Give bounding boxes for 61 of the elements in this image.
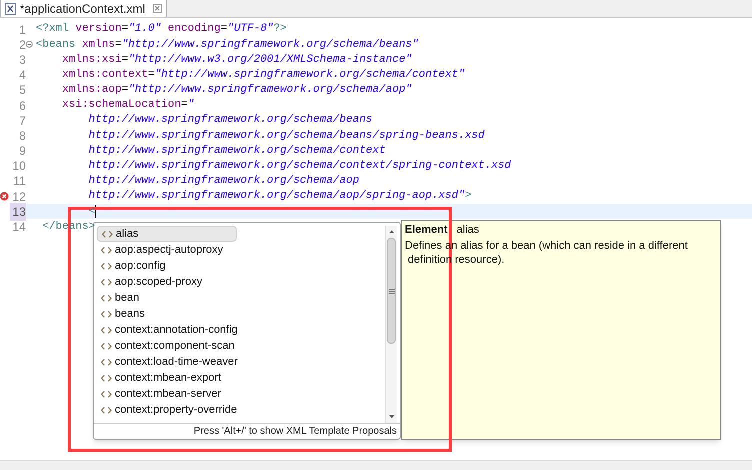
proposal-item[interactable]: context:mbean-server: [97, 386, 385, 402]
proposal-item[interactable]: aop:aspectj-autoproxy: [97, 242, 385, 258]
code-line: http://www.springframework.org/schema/beans/spring-beans.xsd: [88, 128, 485, 144]
scrollbar[interactable]: [385, 226, 397, 423]
proposal-item[interactable]: aop:scoped-proxy: [97, 274, 385, 290]
line-number: 13: [10, 202, 26, 221]
text-cursor: [95, 205, 96, 218]
xml-file-icon: [5, 2, 16, 14]
proposal-item[interactable]: context:annotation-config: [97, 322, 385, 338]
proposal-item[interactable]: alias: [97, 226, 237, 242]
tag-icon: [101, 390, 112, 398]
code-line: http://www.springframework.org/schema/aop: [88, 174, 360, 190]
tag-icon: [101, 358, 112, 366]
tag-icon: [102, 230, 113, 238]
line-number: 4: [18, 67, 26, 84]
editor-tab[interactable]: *applicationContext.xml: [0, 0, 168, 17]
line-number: 7: [18, 112, 26, 130]
line-number: 8: [18, 128, 26, 145]
line-number: 6: [18, 98, 26, 115]
line-number: 14: [12, 219, 26, 236]
proposal-item[interactable]: aop:config: [97, 258, 385, 274]
grip-icon: [388, 288, 394, 294]
code-line: http://www.springframework.org/schema/context: [88, 144, 386, 159]
horizontal-scrollbar[interactable]: [0, 460, 752, 470]
tag-icon: [101, 246, 112, 254]
line-number: 2: [18, 36, 26, 54]
tag-icon: [101, 406, 112, 414]
line-number: 9: [18, 143, 26, 160]
code-line: <beans xmlns="http://www.springframework.org/schema/beans": [35, 38, 419, 53]
code-line: xmlns:context="http://www.springframework.org/schema/context": [61, 68, 466, 83]
tag-icon: [101, 342, 112, 350]
fold-icon[interactable]: [26, 41, 33, 48]
code-line: xsi:schemaLocation=": [61, 98, 194, 114]
tag-icon: [101, 278, 112, 286]
proposal-item[interactable]: bean: [97, 290, 385, 306]
line-number: 1: [18, 22, 26, 39]
code-line: xmlns:aop="http://www.springframework.org/schema/aop": [61, 83, 412, 98]
tag-icon: [101, 262, 112, 270]
code-line: xmlns:xsi="http://www.w3.org/2001/XMLSchema-instance": [61, 52, 412, 68]
tag-icon: [101, 294, 112, 302]
line-number: 5: [18, 82, 26, 100]
element-name: alias: [456, 223, 480, 238]
proposal-item[interactable]: beans: [97, 306, 385, 322]
code-line: http://www.springframework.org/schema/context/spring-context.xsd: [88, 159, 512, 174]
proposal-item[interactable]: context:mbean-export: [97, 370, 385, 386]
proposal-item[interactable]: context:property-override: [97, 402, 385, 418]
line-number: 3: [18, 52, 26, 69]
code-line: http://www.springframework.org/schema/beans: [88, 113, 373, 128]
proposal-item[interactable]: context:load-time-weaver: [97, 354, 385, 370]
close-icon[interactable]: [153, 4, 162, 13]
element-label: Element: [405, 223, 448, 238]
tag-icon: [101, 310, 112, 318]
tag-icon: [101, 374, 112, 382]
proposal-item[interactable]: context:component-scan: [97, 338, 385, 354]
line-number: 10: [12, 158, 26, 176]
tag-icon: [101, 326, 112, 334]
code-line: <?xml version="1.0" encoding="UTF-8"?>: [35, 22, 287, 38]
scrollbar-thumb[interactable]: [387, 238, 396, 344]
code-line: http://www.springframework.org/schema/aop/spring-aop.xsd">: [88, 189, 472, 204]
status-hint: Press 'Alt+/' to show XML Template Proposals: [94, 423, 400, 439]
line-number: 11: [12, 173, 26, 190]
